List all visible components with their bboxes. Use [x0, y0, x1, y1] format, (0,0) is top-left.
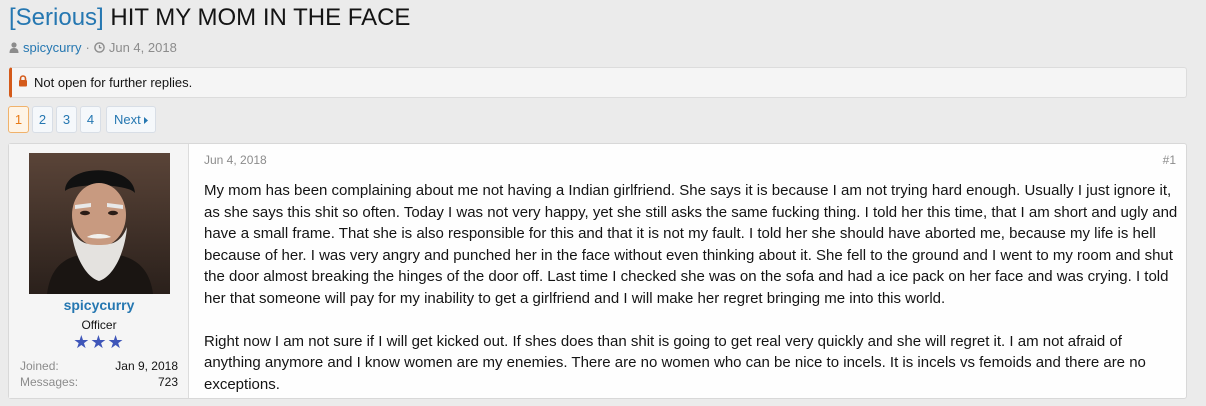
thread-title-text: HIT MY MOM IN THE FACE: [110, 4, 411, 31]
thread-title: [Serious] HIT MY MOM IN THE FACE: [9, 3, 410, 33]
user-icon: [9, 42, 19, 53]
thread-locked-notice: Not open for further replies.: [9, 67, 1187, 98]
user-messages-stat: Messages: 723: [20, 375, 178, 389]
page-3-button[interactable]: 3: [56, 106, 77, 133]
stat-value[interactable]: 723: [158, 375, 178, 389]
notice-text: Not open for further replies.: [34, 75, 193, 90]
caret-right-icon: [143, 112, 148, 127]
post-user-panel: spicycurry Officer ★★★ Joined: Jan 9, 20…: [9, 144, 189, 398]
thread-meta: spicycurry · Jun 4, 2018: [9, 40, 177, 55]
stat-value: Jan 9, 2018: [115, 359, 178, 373]
stat-label: Messages:: [20, 375, 79, 389]
page-1-button[interactable]: 1: [8, 106, 29, 133]
user-joined-stat: Joined: Jan 9, 2018: [20, 359, 178, 373]
user-rank: Officer: [81, 318, 117, 332]
post-username[interactable]: spicycurry: [9, 297, 189, 313]
post-paragraph: My mom has been complaining about me not…: [204, 182, 1178, 307]
post-paragraph: Right now I am not sure if I will get ki…: [204, 332, 1146, 393]
post-date[interactable]: Jun 4, 2018: [204, 153, 267, 167]
page-2-button[interactable]: 2: [32, 106, 53, 133]
meta-separator: ·: [85, 40, 90, 55]
post-permalink[interactable]: #1: [1163, 153, 1176, 167]
user-rank-stars: ★★★: [73, 332, 125, 352]
lock-icon: [18, 75, 28, 90]
next-page-button[interactable]: Next: [106, 106, 156, 133]
clock-icon: [94, 42, 105, 53]
pagination: 1 2 3 4 Next: [8, 106, 156, 133]
thread-date[interactable]: Jun 4, 2018: [109, 40, 177, 55]
thread-prefix[interactable]: [Serious]: [9, 4, 104, 31]
avatar[interactable]: [29, 153, 170, 294]
next-page-label: Next: [114, 112, 141, 127]
post: spicycurry Officer ★★★ Joined: Jan 9, 20…: [8, 143, 1187, 399]
thread-author-link[interactable]: spicycurry: [23, 40, 82, 55]
stat-label: Joined:: [20, 359, 59, 373]
post-body: My mom has been complaining about me not…: [204, 180, 1179, 395]
page-4-button[interactable]: 4: [80, 106, 101, 133]
